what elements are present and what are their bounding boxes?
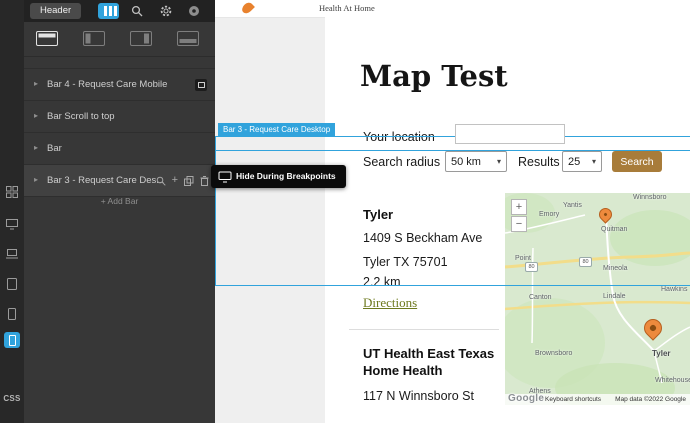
bar-list-item[interactable]: ▸ Bar: [24, 133, 215, 165]
columns-icon: [104, 6, 117, 16]
radius-label: Search radius: [363, 155, 440, 169]
selection-outline-bottom: [215, 285, 690, 286]
keyboard-shortcuts-link[interactable]: Keyboard shortcuts: [545, 396, 601, 403]
bar-position-tabs: [24, 22, 215, 57]
caret-right-icon: ▸: [34, 79, 38, 88]
page-preview: Map Test Your location Search radius 50 …: [325, 17, 690, 423]
zoom-in-button[interactable]: +: [511, 199, 527, 215]
phone-breakpoint-icon-active[interactable]: [4, 332, 20, 348]
hidden-breakpoint-badge: [195, 79, 207, 91]
bar-row-actions: +: [156, 165, 209, 196]
map-label: Whitehouse: [655, 377, 690, 384]
highway-shield: 80: [579, 257, 592, 267]
css-panel-button[interactable]: CSS: [0, 394, 24, 403]
selection-outline-left: [215, 136, 216, 285]
results-divider: [349, 329, 499, 330]
site-logo-flame-icon: [240, 1, 255, 16]
bar-label: Bar Scroll to top: [47, 111, 115, 122]
search-button[interactable]: Search: [612, 151, 662, 172]
map-label: Point: [515, 255, 531, 262]
add-bar-button[interactable]: + Add Bar: [24, 196, 215, 206]
map-label: Mineola: [603, 265, 628, 272]
site-header: Health At Home: [215, 0, 690, 18]
add-icon[interactable]: +: [172, 175, 178, 186]
map-label: Canton: [529, 294, 552, 301]
bar-label: Bar 4 - Request Care Mobile: [47, 79, 167, 90]
elements-grid-icon[interactable]: [6, 186, 18, 198]
map-label: Tyler: [652, 349, 671, 358]
radius-select[interactable]: 50 km ▾: [445, 151, 507, 172]
tooltip-label: Hide During Breakpoints: [236, 171, 336, 181]
result-distance: 2.2 km: [363, 275, 401, 289]
chevron-down-icon: ▾: [592, 157, 596, 166]
bar-position-right-tab[interactable]: [130, 31, 152, 46]
themeco-logo-icon[interactable]: [188, 5, 200, 17]
monitor-icon: [218, 171, 232, 183]
caret-right-icon: ▸: [34, 111, 38, 120]
map-labels-layer: Winnsboro Yantis Emory Quitman Point Mineola C…: [505, 193, 690, 405]
bar-position-bottom-tab[interactable]: [177, 31, 199, 46]
preview-canvas: Health At Home Map Test Your location Se…: [215, 0, 690, 423]
hide-during-breakpoints-tooltip[interactable]: Hide During Breakpoints: [211, 165, 346, 188]
trash-icon[interactable]: [200, 176, 209, 186]
site-name: Health At Home: [319, 3, 375, 13]
duplicate-icon[interactable]: [184, 176, 194, 186]
page-title: Map Test: [360, 59, 508, 93]
google-map[interactable]: Winnsboro Yantis Emory Quitman Point Mineola C…: [505, 193, 690, 405]
chevron-down-icon: ▾: [497, 157, 501, 166]
header-button[interactable]: Header: [30, 3, 81, 19]
results-value: 25: [568, 156, 580, 168]
builder-panel: Header: [24, 0, 215, 423]
selected-element-label[interactable]: Bar 3 - Request Care Desktop: [218, 123, 335, 136]
map-label: Quitman: [601, 226, 627, 233]
map-label: Yantis: [563, 202, 582, 209]
result-name: UT Health East Texas Home Health: [363, 345, 503, 379]
bar-list-item-selected[interactable]: ▸ Bar 3 - Request Care Des... +: [24, 165, 215, 197]
bar-list-item[interactable]: ▸ Bar 4 - Request Care Mobile: [24, 69, 215, 101]
app-window: CSS Header: [0, 0, 690, 423]
builder-toolbar: Header: [24, 0, 215, 22]
bar-list-item[interactable]: ▸ Bar Scroll to top: [24, 101, 215, 133]
location-input[interactable]: [455, 124, 565, 144]
search-icon[interactable]: [131, 5, 143, 17]
bar-label: Bar: [47, 143, 62, 154]
laptop-breakpoint-icon[interactable]: [6, 248, 18, 260]
map-label: Hawkins: [661, 286, 687, 293]
map-pin-icon[interactable]: [596, 205, 614, 223]
results-label: Results: [518, 155, 560, 169]
location-label: Your location: [363, 130, 435, 144]
radius-value: 50 km: [451, 156, 481, 168]
tablet-breakpoint-icon[interactable]: [6, 278, 18, 290]
map-label: Brownsboro: [535, 350, 572, 357]
results-select[interactable]: 25 ▾: [562, 151, 602, 172]
map-pin-icon[interactable]: [640, 315, 665, 340]
highway-shield: 80: [525, 262, 538, 272]
bar-label: Bar 3 - Request Care Des...: [47, 175, 164, 186]
result-address: 1409 S Beckham Ave: [363, 231, 482, 245]
directions-link[interactable]: Directions: [363, 295, 417, 311]
map-data-attribution: Map data ©2022 Google: [615, 396, 686, 403]
caret-right-icon: ▸: [34, 143, 38, 152]
bars-layout-button[interactable]: [98, 3, 119, 19]
zoom-out-button[interactable]: −: [511, 216, 527, 232]
map-label: Emory: [539, 211, 559, 218]
google-logo: Google: [508, 393, 544, 404]
tablet-portrait-breakpoint-icon[interactable]: [6, 308, 18, 320]
map-label: Lindale: [603, 293, 626, 300]
preview-search-icon[interactable]: [156, 176, 166, 186]
result-address: 117 N Winnsboro St: [363, 389, 474, 403]
caret-right-icon: ▸: [34, 175, 38, 184]
bar-list: ▸ Bar 4 - Request Care Mobile ▸ Bar Scro…: [24, 68, 215, 197]
left-icon-strip: CSS: [0, 0, 24, 423]
bar-position-top-tab-active[interactable]: [36, 31, 58, 46]
selection-outline-top: [215, 136, 690, 137]
desktop-breakpoint-icon[interactable]: [6, 218, 18, 230]
map-label: Winnsboro: [633, 194, 666, 201]
bar-position-left-tab[interactable]: [83, 31, 105, 46]
result-name: Tyler: [363, 206, 393, 223]
gear-icon[interactable]: [160, 5, 172, 17]
result-address: Tyler TX 75701: [363, 255, 448, 269]
